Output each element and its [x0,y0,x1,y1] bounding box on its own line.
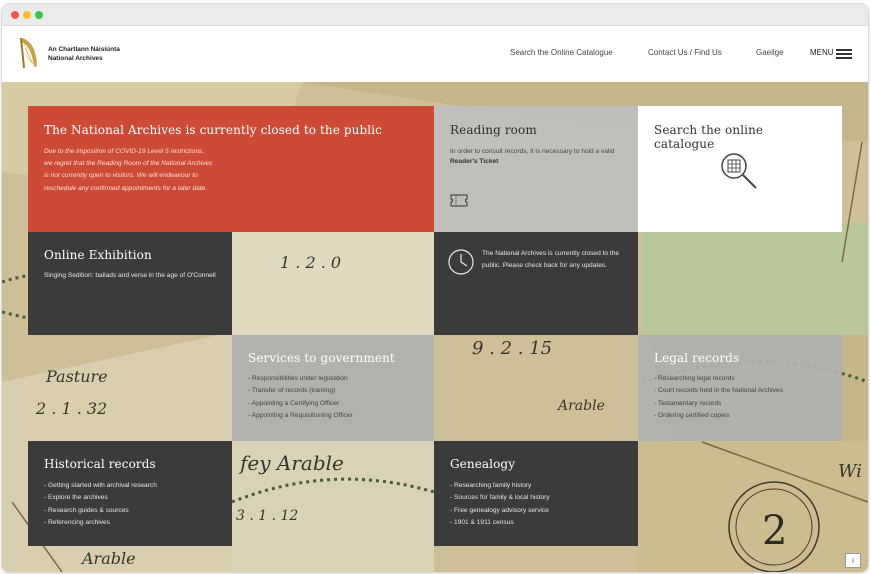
list-item[interactable]: Ordering certified copies [654,410,826,422]
closure-update-body: The National Archives is currently close… [482,250,620,270]
ticket-icon [450,194,468,207]
list-item[interactable]: Court records held in the National Archi… [654,385,826,397]
svg-text:Pasture: Pasture [45,367,108,386]
list-item[interactable]: Referencing archives [44,517,216,529]
svg-text:3 . 1 . 12: 3 . 1 . 12 [236,508,298,524]
browser-window: An Chartlann Náisiúnta National Archives… [2,4,868,572]
menu-icon[interactable] [836,49,852,59]
list-item[interactable]: Research guides & sources [44,505,216,517]
info-icon[interactable]: i [845,553,861,568]
genealogy-title: Genealogy [450,457,516,471]
search-catalogue-title: Search the online catalogue [654,123,764,151]
nav-contact[interactable]: Contact Us / Find Us [648,48,722,57]
clock-icon [448,249,474,275]
title-bar [2,4,868,26]
historical-records-title: Historical records [44,457,156,471]
genealogy-tile[interactable]: Genealogy Researching family history Sou… [434,441,638,546]
svg-text:2 . 1 . 32: 2 . 1 . 32 [35,399,107,418]
historical-records-list: Getting started with archival research E… [44,480,216,530]
reading-room-body: In order to consult records, it is neces… [450,148,615,155]
closure-notice-tile[interactable]: The National Archives is currently close… [28,106,434,232]
logo-english-name: National Archives [48,55,103,62]
harp-icon[interactable] [18,36,40,70]
list-item[interactable]: Free genealogy advisory service [450,505,622,517]
services-government-list: Responsibilities under legislation Trans… [248,373,418,423]
legal-records-tile[interactable]: Legal records Researching legal records … [638,335,842,441]
genealogy-list: Researching family history Sources for f… [450,480,622,530]
hero-section: 2 1 . 2 . 0 2 . 1 . 32 3 . 1 . 12 9 . 2 … [2,82,868,572]
svg-text:Arable: Arable [80,549,136,568]
site-header: An Chartlann Náisiúnta National Archives… [2,26,868,82]
online-exhibition-title: Online Exhibition [44,248,152,262]
legal-records-title: Legal records [654,351,740,365]
list-item[interactable]: Testamentary records [654,398,826,410]
nav-gaeilge[interactable]: Gaeilge [756,48,784,57]
closure-notice-body: Due to the imposition of COVID-19 Level … [44,148,213,192]
svg-text:1 . 2 . 0: 1 . 2 . 0 [280,253,341,272]
search-catalogue-tile[interactable]: Search the online catalogue [638,106,842,232]
nav-search-catalogue[interactable]: Search the Online Catalogue [510,48,613,57]
reading-room-title: Reading room [450,123,537,137]
services-government-title: Services to government [248,351,395,365]
list-item[interactable]: Researching family history [450,480,622,492]
list-item[interactable]: Sources for family & local history [450,492,622,504]
list-item[interactable]: 1901 & 1911 census [450,517,622,529]
minimize-window-button[interactable] [23,11,31,19]
maximize-window-button[interactable] [35,11,43,19]
online-exhibition-tile[interactable]: Online Exhibition Singing Sedition: ball… [28,232,232,335]
list-item[interactable]: Explore the archives [44,492,216,504]
list-item[interactable]: Researching legal records [654,373,826,385]
menu-button[interactable]: MENU [810,48,834,57]
closure-notice-title: The National Archives is currently close… [44,123,382,137]
reading-room-tile[interactable]: Reading room In order to consult records… [434,106,638,232]
legal-records-list: Researching legal records Court records … [654,373,826,423]
svg-text:2: 2 [762,508,787,554]
closure-update-tile[interactable]: The National Archives is currently close… [434,232,638,335]
online-exhibition-body: Singing Sedition: ballads and verse in t… [44,272,216,279]
services-government-tile[interactable]: Services to government Responsibilities … [232,335,434,441]
svg-text:fey Arable: fey Arable [238,451,344,475]
svg-text:Arable: Arable [556,398,605,414]
logo-irish-name: An Chartlann Náisiúnta [48,46,120,53]
list-item[interactable]: Responsibilities under legislation [248,373,418,385]
list-item[interactable]: Getting started with archival research [44,480,216,492]
historical-records-tile[interactable]: Historical records Getting started with … [28,441,232,546]
list-item[interactable]: Appointing a Requisitioning Officer [248,410,418,422]
site-logo[interactable]: An Chartlann Náisiúnta National Archives [48,45,120,63]
close-window-button[interactable] [11,11,19,19]
svg-text:Wi: Wi [838,461,862,482]
readers-ticket-link[interactable]: Reader's Ticket [450,158,622,165]
search-icon [721,153,757,189]
list-item[interactable]: Appointing a Certifying Officer [248,398,418,410]
list-item[interactable]: Transfer of records (training) [248,385,418,397]
svg-text:9 . 2 . 15: 9 . 2 . 15 [472,338,552,359]
